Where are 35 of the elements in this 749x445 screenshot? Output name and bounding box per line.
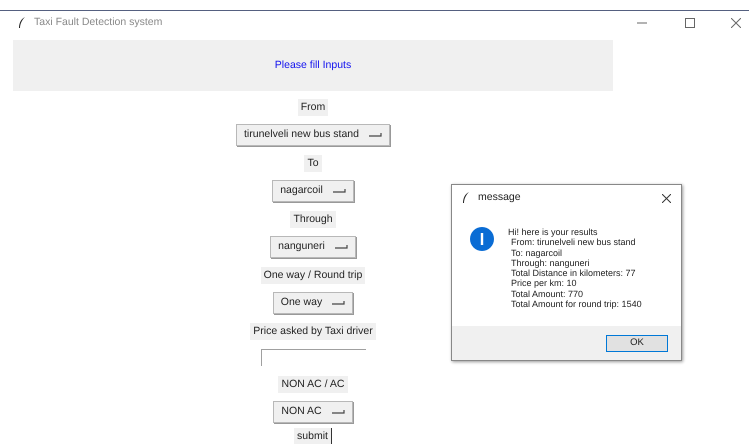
field-label: To xyxy=(304,154,322,172)
field-label: From xyxy=(298,98,328,116)
close-icon[interactable] xyxy=(662,194,671,202)
dropdown[interactable]: One way xyxy=(272,292,354,314)
result-line: To: nagarcoil xyxy=(510,248,564,258)
result-line: Total Amount for round trip: 1540 xyxy=(510,299,642,310)
dropdown-indicator-icon xyxy=(332,410,345,414)
field-label: Through xyxy=(290,210,336,228)
result-line: Through: nanguneri xyxy=(510,258,591,268)
result-line: Total Amount: 770 xyxy=(510,288,584,300)
dropdown[interactable]: tirunelveli new bus stand xyxy=(236,124,390,146)
dropdown[interactable]: NON AC xyxy=(273,401,353,423)
feather-icon xyxy=(18,17,26,29)
maximize-icon[interactable] xyxy=(685,18,695,28)
header-message: Please fill Inputs xyxy=(274,58,352,73)
info-icon xyxy=(470,227,494,251)
submit-button[interactable]: submit xyxy=(294,428,332,444)
field-label: NON AC / AC xyxy=(278,376,348,392)
dropdown-indicator-icon xyxy=(332,189,346,193)
result-line: Hi! here is your results xyxy=(508,227,599,238)
dialog-title: message xyxy=(478,190,521,206)
dropdown[interactable]: nagarcoil xyxy=(272,180,354,202)
feather-icon xyxy=(462,192,470,204)
field-label: One way / Round trip xyxy=(260,266,366,284)
result-line: Price per km: 10 xyxy=(510,278,578,289)
result-line: From: tirunelveli new bus stand xyxy=(510,237,637,248)
result-line: Total Distance in kilometers: 77 xyxy=(510,268,637,278)
ok-button[interactable]: OK xyxy=(606,334,668,352)
dropdown-indicator-icon xyxy=(332,301,346,305)
window-title: Taxi Fault Detection system xyxy=(34,15,162,30)
close-icon[interactable] xyxy=(731,18,741,28)
dropdown-indicator-icon xyxy=(368,133,382,137)
dropdown-indicator-icon xyxy=(334,245,348,249)
dropdown[interactable]: nanguneri xyxy=(270,236,356,258)
field-label: Price asked by Taxi driver xyxy=(250,322,376,340)
